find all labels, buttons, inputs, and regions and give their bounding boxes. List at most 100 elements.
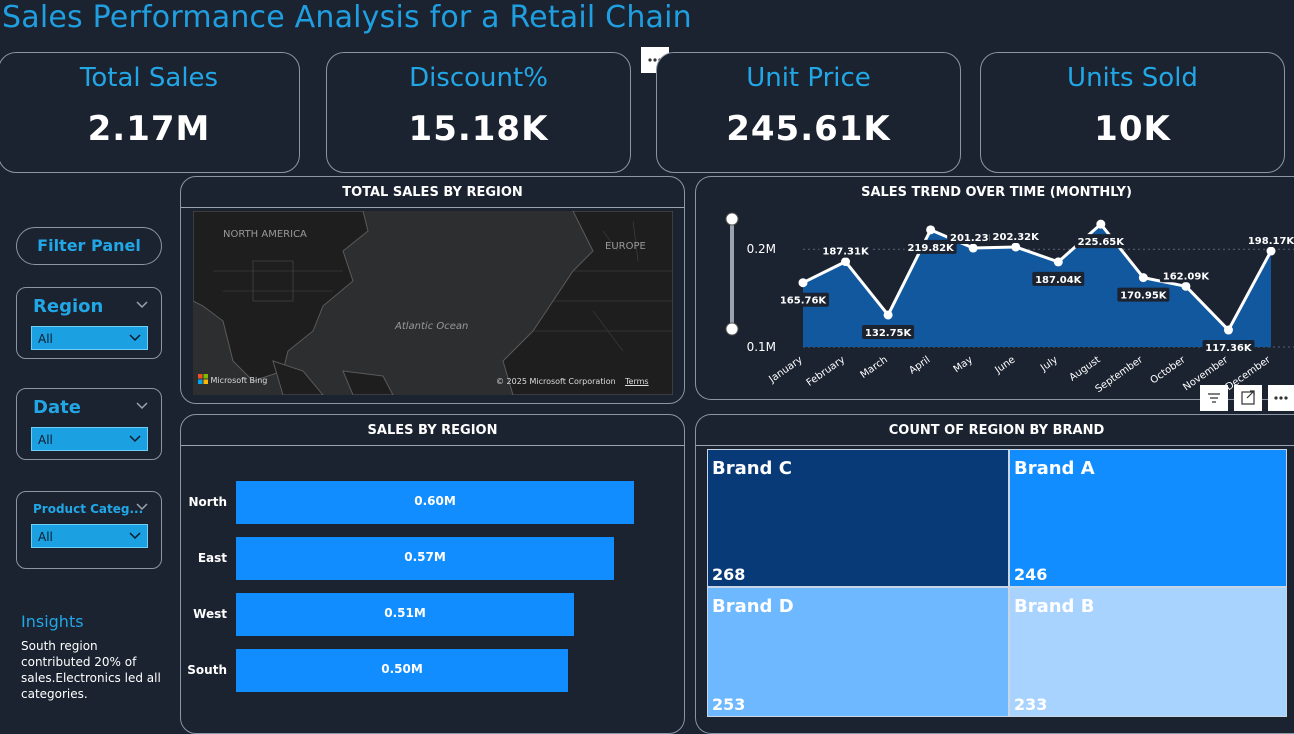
data-label: 170.95K	[1120, 291, 1168, 302]
dropdown-value: All	[38, 332, 53, 346]
tile-count: 268	[712, 565, 746, 584]
slicer-region[interactable]: Region All	[16, 287, 162, 359]
insights-text: South region contributed 20% of sales.El…	[21, 639, 161, 701]
bar-category-label: East	[197, 551, 227, 565]
treemap-tile-brand-d[interactable]: Brand D 253	[707, 587, 1009, 717]
card-title: TOTAL SALES BY REGION	[342, 185, 523, 200]
bar[interactable]: 0.51M	[236, 593, 574, 636]
kpi-card-discount[interactable]: Discount% 15.18K	[326, 52, 631, 173]
ellipsis-icon	[1274, 396, 1288, 400]
bar-data-label: 0.51M	[384, 606, 426, 620]
kpi-value: 2.17M	[87, 109, 211, 149]
chevron-down-icon	[129, 435, 141, 443]
map-copyright: © 2025 Microsoft Corporation	[496, 377, 616, 386]
filter-panel-label: Filter Panel	[37, 236, 141, 255]
treemap-tile-brand-a[interactable]: Brand A 246	[1009, 449, 1287, 587]
page-title: Sales Performance Analysis for a Retail …	[2, 0, 692, 35]
card-title: SALES TREND OVER TIME (MONTHLY)	[861, 185, 1132, 200]
bar[interactable]: 0.60M	[236, 481, 634, 524]
slicer-label: Region	[33, 296, 104, 317]
divider	[181, 445, 684, 446]
kpi-label: Discount%	[409, 63, 548, 93]
more-options-button[interactable]	[1268, 385, 1294, 411]
region-dropdown[interactable]: All	[31, 326, 148, 350]
range-slider-handle	[725, 322, 739, 336]
kpi-value: 10K	[1094, 109, 1171, 149]
data-label: 225.65K	[1078, 237, 1126, 248]
tile-brand: Brand D	[712, 596, 794, 617]
bar-data-label: 0.50M	[381, 662, 423, 676]
data-point	[883, 310, 893, 320]
kpi-card-total-sales[interactable]: Total Sales 2.17M	[0, 52, 300, 173]
data-label: 219.82K	[907, 243, 955, 254]
trend-chart[interactable]: 0.1M0.2M165.76K187.31K132.75K219.82K201.…	[696, 207, 1294, 397]
data-point	[1053, 257, 1063, 267]
tile-count: 233	[1014, 695, 1048, 714]
bar-data-label: 0.57M	[404, 550, 446, 564]
y-tick-label: 0.2M	[747, 242, 776, 256]
map-label-north-america: NORTH AMERICA	[223, 229, 307, 240]
data-point	[1138, 273, 1148, 283]
chevron-down-icon	[129, 532, 141, 540]
bar-category-label: South	[187, 663, 227, 677]
bing-logo: Microsoft Bing	[198, 374, 267, 385]
bar-data-label: 0.60M	[414, 494, 456, 508]
x-tick-label: February	[805, 354, 848, 388]
bar-category-label: North	[188, 495, 227, 509]
microsoft-logo-icon	[198, 374, 208, 384]
chevron-down-icon[interactable]	[135, 500, 149, 514]
map-card[interactable]: TOTAL SALES BY REGION NORTH AMERICA EURO…	[180, 176, 685, 404]
treemap-tile-brand-b[interactable]: Brand B 233	[1009, 587, 1287, 717]
y-tick-label: 0.1M	[747, 340, 776, 354]
tile-brand: Brand C	[712, 458, 792, 479]
kpi-label: Units Sold	[1067, 63, 1198, 93]
x-tick-label: August	[1068, 354, 1103, 383]
insights-heading: Insights	[21, 612, 84, 631]
kpi-label: Unit Price	[746, 63, 871, 93]
map-terms-link[interactable]: Terms	[625, 377, 649, 386]
slicer-product-category[interactable]: Product Categ... All	[16, 491, 162, 569]
kpi-card-unit-price[interactable]: Unit Price 245.61K	[656, 52, 961, 173]
kpi-card-units-sold[interactable]: Units Sold 10K	[980, 52, 1285, 173]
slicer-date[interactable]: Date All	[16, 388, 162, 460]
x-tick-label: July	[1038, 354, 1060, 374]
treemap-tile-brand-c[interactable]: Brand C 268	[707, 449, 1009, 587]
data-point	[1266, 246, 1276, 256]
data-label: 198.17K	[1248, 236, 1294, 247]
bar[interactable]: 0.57M	[236, 537, 614, 580]
tile-count: 246	[1014, 565, 1048, 584]
x-tick-label: September	[1093, 354, 1145, 395]
slicer-label: Product Categ...	[33, 502, 144, 516]
x-tick-label: May	[952, 354, 975, 375]
divider	[181, 207, 684, 208]
chevron-down-icon	[129, 334, 141, 342]
data-point	[841, 257, 851, 267]
card-title: COUNT OF REGION BY BRAND	[888, 423, 1105, 438]
focus-mode-button[interactable]	[1234, 385, 1262, 411]
x-tick-label: January	[767, 354, 805, 385]
x-tick-label: April	[907, 354, 932, 376]
chevron-down-icon[interactable]	[135, 399, 149, 413]
data-label: 202.32K	[993, 232, 1041, 243]
data-label: 187.31K	[822, 247, 870, 258]
data-point	[1181, 281, 1191, 291]
tile-brand: Brand B	[1014, 596, 1095, 617]
data-point	[1096, 219, 1106, 229]
x-tick-label: October	[1149, 354, 1189, 386]
kpi-value: 15.18K	[408, 109, 549, 149]
dropdown-value: All	[38, 530, 53, 544]
filter-button[interactable]	[1200, 385, 1228, 411]
filter-panel-button[interactable]: Filter Panel	[16, 227, 162, 265]
filter-icon	[1208, 393, 1220, 403]
bar[interactable]: 0.50M	[236, 649, 568, 692]
data-label: 117.36K	[1205, 343, 1253, 354]
product-category-dropdown[interactable]: All	[31, 524, 148, 548]
trend-card[interactable]: SALES TREND OVER TIME (MONTHLY) 0.1M 0.2M…	[695, 176, 1294, 400]
data-label: 187.04K	[1035, 275, 1083, 286]
map-canvas[interactable]: NORTH AMERICA EUROPE Atlantic Ocean Micr…	[193, 211, 673, 395]
date-dropdown[interactable]: All	[31, 427, 148, 451]
divider	[696, 445, 1294, 446]
x-tick-label: March	[859, 354, 890, 380]
x-tick-label: June	[992, 354, 1017, 376]
chevron-down-icon[interactable]	[135, 298, 149, 312]
